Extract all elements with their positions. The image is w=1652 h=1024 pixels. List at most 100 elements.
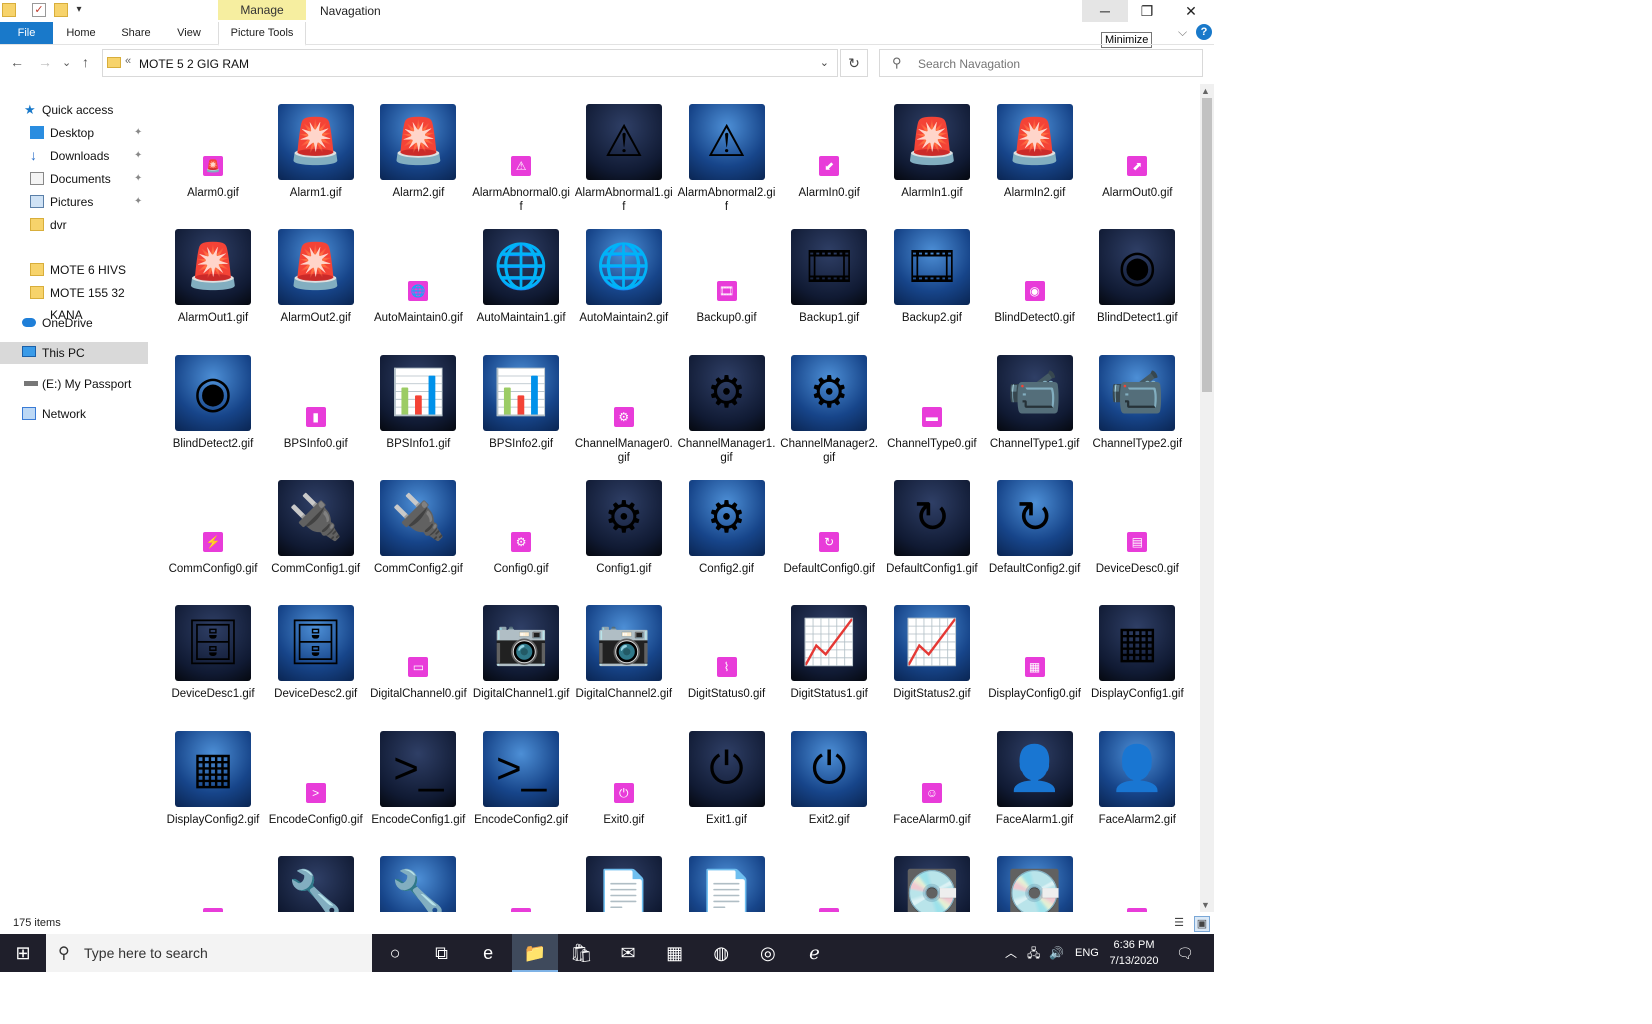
firefox-icon[interactable]: ◍ bbox=[698, 934, 744, 972]
file-tile[interactable]: ◉ BlindDetect2.gif bbox=[163, 337, 263, 459]
maximize-button[interactable]: ❐ bbox=[1124, 0, 1170, 22]
file-tile[interactable] bbox=[163, 838, 263, 912]
file-tile[interactable]: ⏻ Exit0.gif bbox=[574, 713, 674, 835]
file-tile[interactable]: 📄 bbox=[574, 838, 674, 912]
file-tile[interactable]: ↻ DefaultConfig2.gif bbox=[985, 462, 1085, 584]
minimize-button[interactable]: ─ bbox=[1082, 0, 1128, 22]
vertical-scrollbar[interactable]: ▲ ▼ bbox=[1200, 84, 1214, 912]
tab-home[interactable]: Home bbox=[56, 22, 106, 44]
scrollbar-thumb[interactable] bbox=[1202, 98, 1212, 392]
clock[interactable]: 6:36 PM 7/13/2020 bbox=[1104, 937, 1164, 969]
expand-ribbon-icon[interactable]: ⌵ bbox=[1178, 25, 1187, 40]
nav-item-dvr[interactable]: dvr bbox=[0, 214, 148, 236]
nav-item-this-pc[interactable]: This PC bbox=[0, 342, 148, 364]
manage-tab[interactable]: Manage bbox=[218, 0, 306, 20]
file-tile[interactable]: 🚨 AlarmIn2.gif bbox=[985, 86, 1085, 208]
file-tile[interactable]: 📈 DigitStatus2.gif bbox=[882, 587, 982, 709]
file-tile[interactable]: 📄 bbox=[677, 838, 777, 912]
nav-item-quick-access[interactable]: ★ Quick access bbox=[0, 99, 148, 121]
file-tile[interactable]: 🌐 AutoMaintain2.gif bbox=[574, 211, 674, 333]
file-tile[interactable]: 📹 ChannelType1.gif bbox=[985, 337, 1085, 459]
large-icons-view-icon[interactable]: ▣ bbox=[1194, 916, 1210, 932]
file-tile[interactable]: 🌐 AutoMaintain1.gif bbox=[471, 211, 571, 333]
breadcrumb-path[interactable]: MOTE 5 2 GIG RAM bbox=[139, 57, 249, 71]
new-folder-icon[interactable] bbox=[54, 3, 68, 17]
file-tile[interactable]: ▦ DisplayConfig1.gif bbox=[1087, 587, 1187, 709]
file-tile[interactable]: 📹 ChannelType2.gif bbox=[1087, 337, 1187, 459]
file-tile[interactable]: 📈 DigitStatus1.gif bbox=[779, 587, 879, 709]
file-tile[interactable]: 🚨 Alarm1.gif bbox=[266, 86, 366, 208]
file-tile[interactable]: ⚡ CommConfig0.gif bbox=[163, 462, 263, 584]
file-tile[interactable]: 🔧 bbox=[266, 838, 366, 912]
file-tile[interactable]: 🎞 Backup2.gif bbox=[882, 211, 982, 333]
file-tile[interactable]: ⚠ AlarmAbnormal2.gif bbox=[677, 86, 777, 213]
nav-item-network[interactable]: Network bbox=[0, 403, 148, 425]
file-tile[interactable]: ↻ DefaultConfig1.gif bbox=[882, 462, 982, 584]
nav-item-onedrive[interactable]: OneDrive bbox=[0, 312, 148, 334]
file-tile[interactable]: 💽 bbox=[985, 838, 1085, 912]
scroll-down-icon[interactable]: ▼ bbox=[1201, 900, 1210, 910]
help-icon[interactable]: ? bbox=[1196, 24, 1212, 40]
address-bar[interactable]: « MOTE 5 2 GIG RAM ⌄ bbox=[102, 49, 838, 77]
tab-view[interactable]: View bbox=[166, 22, 212, 44]
file-tile[interactable]: > EncodeConfig0.gif bbox=[266, 713, 366, 835]
customize-toolbar-icon[interactable]: ▾ bbox=[72, 3, 86, 17]
back-button[interactable]: ← bbox=[10, 54, 24, 70]
file-tile[interactable] bbox=[779, 838, 879, 912]
file-tile[interactable]: >_ EncodeConfig1.gif bbox=[368, 713, 468, 835]
file-explorer-icon[interactable]: 📁 bbox=[511, 934, 558, 972]
file-tile[interactable]: 🎞 Backup0.gif bbox=[677, 211, 777, 333]
file-tile[interactable]: ⚙ ChannelManager0.gif bbox=[574, 337, 674, 464]
breadcrumb-overflow-icon[interactable]: « bbox=[125, 55, 131, 67]
file-tile[interactable]: 🚨 AlarmOut2.gif bbox=[266, 211, 366, 333]
file-tile[interactable]: ⚙ ChannelManager1.gif bbox=[677, 337, 777, 464]
file-tile[interactable]: 💽 bbox=[882, 838, 982, 912]
file-tile[interactable]: ▮ BPSInfo0.gif bbox=[266, 337, 366, 459]
file-tile[interactable]: ⚠ AlarmAbnormal0.gif bbox=[471, 86, 571, 213]
nav-item-downloads[interactable]: ↓ Downloads ✦ bbox=[0, 145, 148, 167]
nav-item-documents[interactable]: Documents ✦ bbox=[0, 168, 148, 190]
close-button[interactable]: ✕ bbox=[1168, 0, 1214, 22]
file-tile[interactable]: ⚠ AlarmAbnormal1.gif bbox=[574, 86, 674, 213]
file-tile[interactable]: ▭ DigitalChannel0.gif bbox=[368, 587, 468, 709]
file-tile[interactable]: 🌐 AutoMaintain0.gif bbox=[368, 211, 468, 333]
ubuntu-icon[interactable]: ◎ bbox=[745, 934, 791, 972]
file-tile[interactable]: 📷 DigitalChannel2.gif bbox=[574, 587, 674, 709]
folder-icon[interactable] bbox=[2, 3, 16, 17]
search-box[interactable]: ⚲ bbox=[879, 49, 1203, 77]
tab-picture-tools[interactable]: Picture Tools bbox=[218, 22, 306, 46]
file-tile[interactable]: ☺ FaceAlarm0.gif bbox=[882, 713, 982, 835]
file-tile[interactable]: 📊 BPSInfo1.gif bbox=[368, 337, 468, 459]
details-view-icon[interactable]: ☰ bbox=[1172, 916, 1186, 930]
file-tile[interactable]: 🗄 DeviceDesc1.gif bbox=[163, 587, 263, 709]
properties-check-icon[interactable]: ✓ bbox=[32, 3, 46, 17]
file-tile[interactable]: 📊 BPSInfo2.gif bbox=[471, 337, 571, 459]
tab-file[interactable]: File bbox=[0, 22, 53, 44]
file-tile[interactable] bbox=[1087, 838, 1187, 912]
file-tile[interactable]: ▬ ChannelType0.gif bbox=[882, 337, 982, 459]
file-tile[interactable]: 👤 FaceAlarm2.gif bbox=[1087, 713, 1187, 835]
file-tile[interactable]: ⚙ Config0.gif bbox=[471, 462, 571, 584]
file-tile[interactable] bbox=[471, 838, 571, 912]
file-tile[interactable]: ▦ DisplayConfig0.gif bbox=[985, 587, 1085, 709]
taskbar-search-box[interactable]: ⚲ Type here to search bbox=[46, 934, 372, 972]
chevron-down-icon[interactable]: ⌄ bbox=[820, 56, 829, 69]
file-tile[interactable]: 👤 FaceAlarm1.gif bbox=[985, 713, 1085, 835]
file-tile[interactable]: ↻ DefaultConfig0.gif bbox=[779, 462, 879, 584]
file-tile[interactable]: 🚨 Alarm2.gif bbox=[368, 86, 468, 208]
file-tile[interactable]: 🎞 Backup1.gif bbox=[779, 211, 879, 333]
tab-share[interactable]: Share bbox=[112, 22, 160, 44]
forward-button[interactable]: → bbox=[38, 54, 52, 70]
show-hidden-icons-icon[interactable]: ︿ bbox=[1005, 934, 1017, 972]
store-icon[interactable]: 🛍 bbox=[558, 934, 604, 972]
scroll-up-icon[interactable]: ▲ bbox=[1201, 86, 1210, 96]
windows-start-icon[interactable]: ⊞ bbox=[0, 934, 46, 972]
nav-item-mote-155-32-kana[interactable]: MOTE 155 32 KANA bbox=[0, 282, 148, 322]
nav-item-pictures[interactable]: Pictures ✦ bbox=[0, 191, 148, 213]
file-tile[interactable]: ⏻ Exit1.gif bbox=[677, 713, 777, 835]
file-tile[interactable]: ⚙ Config2.gif bbox=[677, 462, 777, 584]
search-input[interactable] bbox=[916, 54, 1190, 74]
file-tile[interactable]: ⏻ Exit2.gif bbox=[779, 713, 879, 835]
recent-locations-button[interactable]: ⌄ bbox=[62, 56, 71, 69]
language-indicator[interactable]: ENG bbox=[1075, 934, 1099, 972]
